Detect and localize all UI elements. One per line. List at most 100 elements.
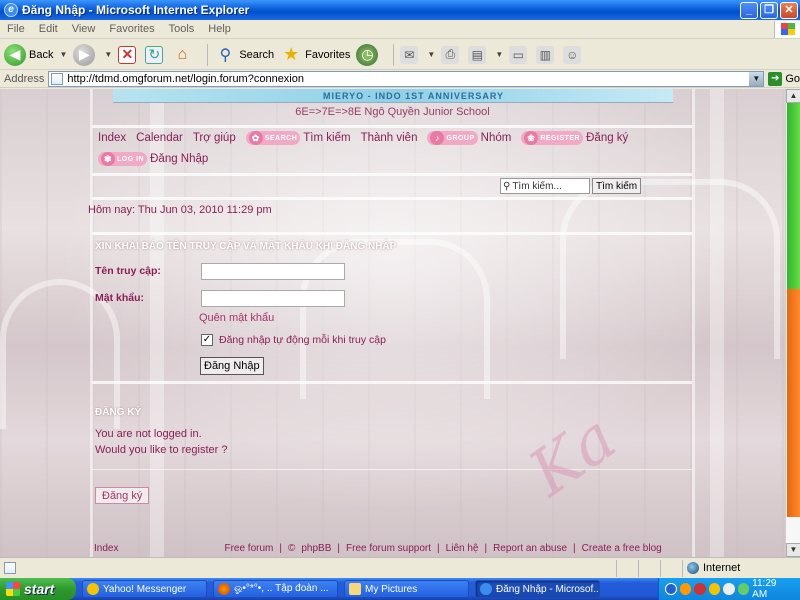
autologin-option[interactable]: ✓ Đăng nhập tự động mỗi khi truy cập bbox=[201, 334, 386, 346]
firefox-tray-icon[interactable] bbox=[679, 583, 692, 595]
nav-login[interactable]: Đăng Nhập bbox=[150, 153, 208, 165]
nav-help[interactable]: Trợ giúp bbox=[193, 132, 236, 144]
address-label: Address bbox=[4, 72, 45, 85]
address-dropdown-icon[interactable]: ▼ bbox=[749, 71, 764, 86]
footer-support-link[interactable]: Free forum support bbox=[346, 543, 431, 554]
antivirus-icon[interactable] bbox=[694, 583, 706, 595]
minimize-button[interactable]: _ bbox=[740, 1, 758, 19]
taskbar-item-internet-explorer[interactable]: Đăng Nhập - Microsof... bbox=[475, 580, 600, 598]
taskbar-item-yahoo-messenger[interactable]: Yahoo! Messenger bbox=[82, 580, 207, 598]
mail-button[interactable]: ✉ bbox=[400, 45, 421, 64]
forward-dropdown-icon[interactable]: ▼ bbox=[104, 50, 112, 59]
main-nav: Index Calendar Trợ giúp ✿ SEARCH Tìm kiếm… bbox=[98, 131, 638, 145]
go-button[interactable]: ➔ Go bbox=[768, 71, 800, 86]
vertical-scrollbar[interactable]: ▲ ▼ bbox=[785, 89, 800, 557]
history-icon: ◷ bbox=[356, 43, 379, 66]
edit-dropdown-icon[interactable]: ▼ bbox=[495, 50, 503, 59]
edit-button[interactable]: ▤ bbox=[468, 45, 489, 64]
history-button[interactable]: ◷ bbox=[356, 43, 381, 66]
menu-edit[interactable]: Edit bbox=[32, 23, 65, 35]
discuss-button[interactable]: ▭ bbox=[509, 45, 530, 64]
main-nav-second-row: ✾ LOG IN Đăng Nhập bbox=[98, 152, 208, 166]
scroll-up-icon[interactable]: ▲ bbox=[786, 89, 800, 103]
scroll-track-orange[interactable] bbox=[787, 289, 800, 517]
system-clock[interactable]: 11:29 AM bbox=[752, 578, 792, 600]
favorites-button[interactable]: ★ Favorites bbox=[280, 44, 350, 66]
windows-taskbar: start Yahoo! Messenger ஓ•°*°•, .. Tập đo… bbox=[0, 578, 800, 600]
messenger-tray-icon[interactable] bbox=[708, 583, 721, 595]
divider bbox=[92, 197, 692, 200]
forgot-password-link[interactable]: Quên mật khẩu bbox=[199, 312, 274, 324]
taskbar-item-firefox[interactable]: ஓ•°*°•, .. Tập đoàn ... bbox=[213, 580, 338, 598]
login-submit-button[interactable]: Đăng Nhập bbox=[200, 357, 264, 375]
taskbar-item-my-pictures[interactable]: My Pictures bbox=[344, 580, 469, 598]
refresh-button[interactable]: ↻ bbox=[145, 45, 166, 64]
username-input[interactable] bbox=[201, 263, 345, 280]
menu-tools[interactable]: Tools bbox=[162, 23, 202, 35]
login-nav-image[interactable]: ✾ LOG IN bbox=[98, 152, 148, 166]
register-button[interactable]: Đăng ký bbox=[95, 487, 150, 504]
quick-search-button[interactable]: Tìm kiếm bbox=[592, 178, 642, 194]
favorites-label: Favorites bbox=[305, 48, 351, 61]
login-form-title: XIN KHAI BÁO TÊN TRUY CẬP VÀ MẬT KHẨU KH… bbox=[95, 241, 397, 252]
nav-calendar[interactable]: Calendar bbox=[136, 132, 183, 144]
close-button[interactable]: ✕ bbox=[780, 1, 798, 19]
nav-index[interactable]: Index bbox=[98, 132, 126, 144]
url-input[interactable] bbox=[67, 72, 750, 85]
stop-button[interactable]: ✕ bbox=[118, 45, 139, 64]
maximize-button[interactable]: ❐ bbox=[760, 1, 778, 19]
footer-abuse-link[interactable]: Report an abuse bbox=[493, 543, 567, 554]
nav-members[interactable]: Thành viên bbox=[361, 132, 418, 144]
menu-help[interactable]: Help bbox=[201, 23, 238, 35]
scroll-thumb-green[interactable] bbox=[787, 103, 800, 289]
address-field[interactable]: ▼ bbox=[48, 70, 765, 87]
nav-register[interactable]: Đăng ký bbox=[586, 132, 628, 144]
print-button[interactable]: ⎙ bbox=[441, 45, 462, 64]
nav-groups[interactable]: Nhóm bbox=[481, 132, 512, 144]
home-button[interactable]: ⌂ bbox=[172, 45, 195, 65]
menu-file[interactable]: File bbox=[0, 23, 32, 35]
network-icon[interactable] bbox=[665, 583, 677, 595]
back-label: Back bbox=[29, 48, 54, 61]
footer-phpbb-link[interactable]: phpBB bbox=[301, 543, 331, 554]
tray-app-icon[interactable] bbox=[737, 583, 750, 595]
scroll-down-icon[interactable]: ▼ bbox=[786, 543, 800, 557]
smiley-icon bbox=[87, 583, 99, 595]
window-title-bar[interactable]: e Đăng Nhập - Microsoft Internet Explore… bbox=[0, 0, 800, 20]
ie-icon bbox=[480, 583, 492, 595]
footer-index-link[interactable]: Index bbox=[94, 543, 118, 554]
search-nav-image[interactable]: ✿ SEARCH bbox=[245, 131, 301, 145]
volume-icon[interactable] bbox=[723, 583, 735, 595]
back-button[interactable]: ◀ Back bbox=[4, 43, 54, 66]
globe-icon bbox=[687, 562, 699, 574]
messenger-button[interactable]: ☺ bbox=[563, 45, 584, 64]
mail-dropdown-icon[interactable]: ▼ bbox=[427, 50, 435, 59]
research-button[interactable]: ▥ bbox=[536, 45, 557, 64]
back-dropdown-icon[interactable]: ▼ bbox=[59, 50, 67, 59]
register-prompt-link[interactable]: Would you like to register ? bbox=[95, 444, 227, 456]
nav-search[interactable]: Tìm kiếm bbox=[303, 132, 350, 144]
password-input[interactable] bbox=[201, 290, 345, 307]
page-viewport: MIERYO - INDO 1ST ANNIVERSARY 6E=>7E=>8E… bbox=[0, 89, 785, 557]
forward-button[interactable]: ▶ bbox=[73, 43, 98, 66]
menu-view[interactable]: View bbox=[65, 23, 103, 35]
autologin-checkbox[interactable]: ✓ bbox=[201, 334, 213, 346]
status-cell bbox=[660, 559, 682, 577]
register-nav-image[interactable]: ❀ REGISTER bbox=[521, 131, 584, 145]
flower-icon: ❀ bbox=[524, 131, 539, 145]
footer-create-blog-link[interactable]: Create a free blog bbox=[582, 543, 662, 554]
group-nav-image[interactable]: ♪ GROUP bbox=[427, 131, 478, 145]
toolbar-separator bbox=[393, 43, 395, 66]
start-button[interactable]: start bbox=[0, 578, 76, 600]
toolbar-separator bbox=[207, 43, 209, 66]
search-button[interactable]: ⚲ Search bbox=[214, 44, 274, 66]
search-nav-image-label: SEARCH bbox=[264, 134, 298, 142]
footer-free-forum-link[interactable]: Free forum bbox=[224, 543, 273, 554]
footer-separator: | bbox=[279, 543, 282, 554]
paw-icon: ✿ bbox=[248, 131, 263, 145]
search-label: Search bbox=[239, 48, 275, 61]
menu-favorites[interactable]: Favorites bbox=[102, 23, 161, 35]
quick-search-input[interactable]: ⚲ Tìm kiếm... bbox=[500, 178, 590, 194]
footer-contact-link[interactable]: Liên hệ bbox=[446, 543, 479, 554]
forum-banner[interactable]: MIERYO - INDO 1ST ANNIVERSARY bbox=[113, 89, 673, 103]
